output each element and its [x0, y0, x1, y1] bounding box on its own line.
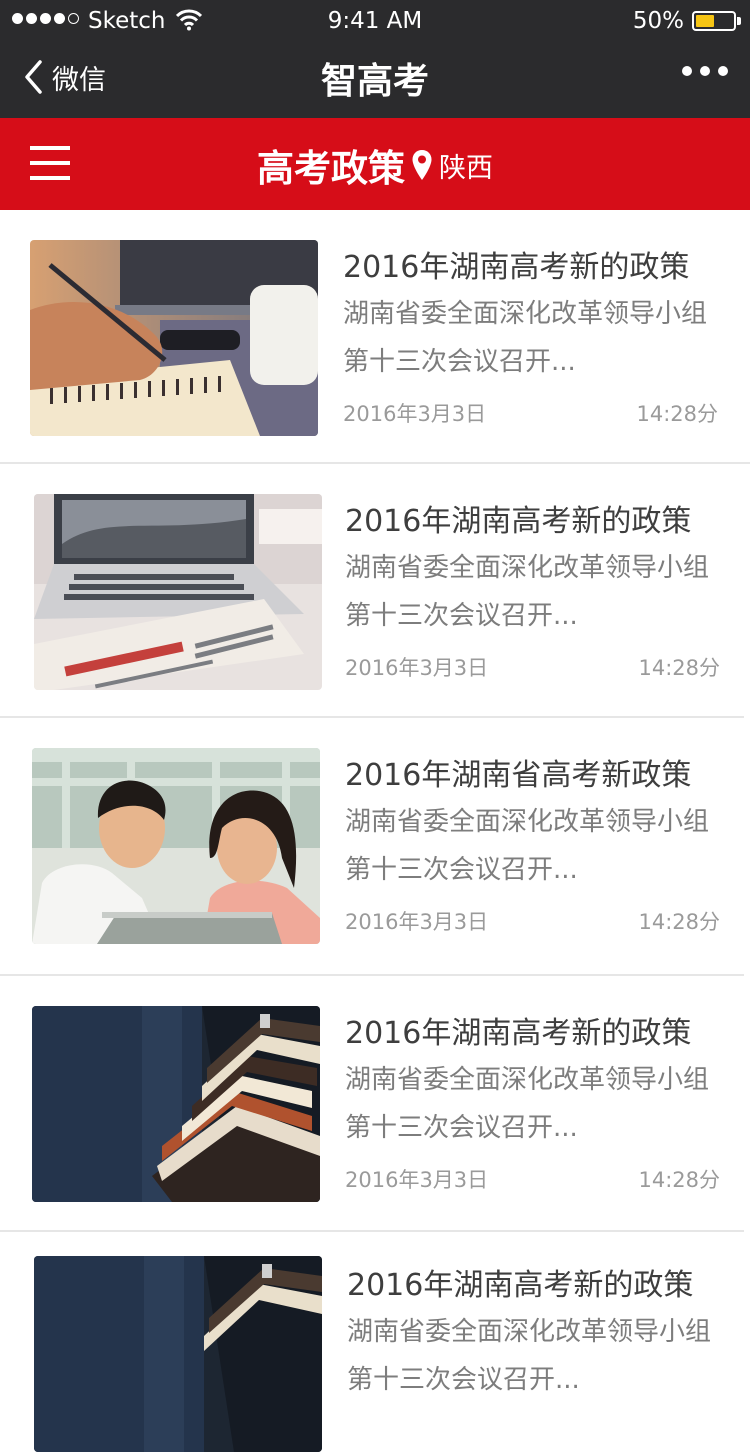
article-summary: 湖南省委全面深化改革领导小组第十三次会议召开...: [345, 807, 710, 885]
article-title: 2016年湖南高考新的政策: [345, 1016, 692, 1051]
page-title: 智高考: [320, 61, 429, 102]
article-item[interactable]: 2016年湖南省高考新政策 湖南省委全面深化改革领导小组第十三次会议召开... …: [0, 718, 750, 976]
location-pin-icon[interactable]: [411, 149, 433, 181]
article-date: 2016年3月3日: [345, 910, 489, 934]
article-title: 2016年湖南高考新的政策: [343, 250, 690, 285]
article-date: 2016年3月3日: [343, 402, 487, 426]
navigation-bar: 微信 智高考: [0, 44, 750, 118]
stack-of-books-photo: [34, 1256, 322, 1452]
article-title: 2016年湖南高考新的政策: [347, 1268, 694, 1303]
header-title-group: 高考政策 陕西: [0, 138, 750, 192]
article-title: 2016年湖南高考新的政策: [345, 504, 692, 539]
article-date: 2016年3月3日: [345, 656, 489, 680]
article-summary: 湖南省委全面深化改革领导小组第十三次会议召开...: [345, 553, 710, 631]
article-summary: 湖南省委全面深化改革领导小组第十三次会议召开...: [347, 1317, 712, 1395]
more-button[interactable]: [682, 66, 728, 76]
article-time: 14:28分: [638, 910, 720, 934]
status-bar: Sketch 9:41 AM 50%: [0, 0, 750, 44]
location-label[interactable]: 陕西: [439, 146, 493, 185]
article-time: 14:28分: [638, 1168, 720, 1192]
battery-cap: [737, 17, 741, 25]
chevron-left-icon: [25, 60, 42, 94]
writing-notebook-photo: [30, 240, 318, 436]
stack-of-books-photo: [32, 1006, 320, 1202]
battery-icon: [692, 11, 736, 31]
back-button[interactable]: 微信: [22, 57, 106, 97]
laptop-newspaper-photo: [34, 494, 322, 690]
back-label: 微信: [52, 64, 106, 96]
article-item[interactable]: 2016年湖南高考新的政策 湖南省委全面深化改革领导小组第十三次会议召开... …: [0, 464, 750, 718]
article-time: 14:28分: [636, 402, 718, 426]
battery-percent: 50%: [632, 8, 684, 34]
section-title: 高考政策: [257, 147, 405, 190]
article-title: 2016年湖南省高考新政策: [345, 758, 692, 793]
top-bar: Sketch 9:41 AM 50% 微信 智高考: [0, 0, 750, 118]
article-item[interactable]: 2016年湖南高考新的政策 湖南省委全面深化改革领导小组第十三次会议召开... …: [0, 210, 750, 464]
section-header: 高考政策 陕西: [0, 118, 750, 210]
article-summary: 湖南省委全面深化改革领导小组第十三次会议召开...: [345, 1065, 710, 1143]
article-summary: 湖南省委全面深化改革领导小组第十三次会议召开...: [343, 299, 708, 377]
article-date: 2016年3月3日: [345, 1168, 489, 1192]
students-laptop-photo: [32, 748, 320, 944]
article-time: 14:28分: [638, 656, 720, 680]
article-item[interactable]: 2016年湖南高考新的政策 湖南省委全面深化改革领导小组第十三次会议召开...: [0, 1232, 750, 1452]
more-dots-icon: [682, 66, 692, 76]
article-item[interactable]: 2016年湖南高考新的政策 湖南省委全面深化改革领导小组第十三次会议召开... …: [0, 976, 750, 1232]
